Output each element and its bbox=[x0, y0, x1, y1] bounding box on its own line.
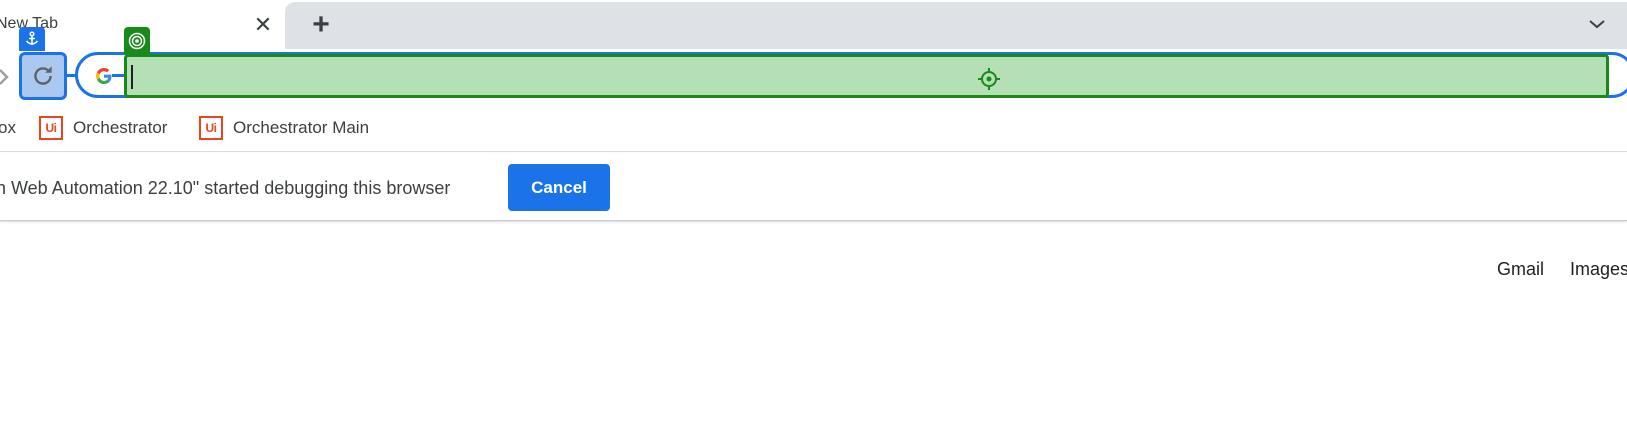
uipath-logo-icon: Ui bbox=[199, 116, 223, 140]
bookmark-item-partial[interactable]: ox bbox=[0, 114, 16, 142]
cancel-button[interactable]: Cancel bbox=[508, 164, 610, 211]
crosshair-icon bbox=[978, 68, 1000, 90]
browser-toolbar bbox=[0, 27, 1627, 105]
bookmarks-bar: ox Ui Orchestrator Ui Orchestrator Main bbox=[0, 105, 1627, 152]
page-header-links: Gmail Images bbox=[0, 257, 1627, 287]
reload-icon bbox=[34, 66, 52, 85]
target-badge bbox=[124, 27, 150, 54]
close-tab-icon[interactable]: ✕ bbox=[250, 12, 276, 38]
highlight-connector bbox=[66, 74, 78, 77]
images-link[interactable]: Images bbox=[1570, 259, 1627, 280]
debugging-infobar: n Web Automation 22.10" started debuggin… bbox=[0, 153, 1627, 221]
bookmark-label: Orchestrator Main bbox=[233, 118, 370, 137]
bookmark-label: Orchestrator bbox=[73, 118, 168, 137]
bookmark-item-orchestrator[interactable]: Ui Orchestrator bbox=[39, 114, 167, 142]
forward-arrow-icon[interactable] bbox=[0, 67, 12, 87]
anchor-badge bbox=[19, 27, 45, 51]
gmail-link[interactable]: Gmail bbox=[1497, 259, 1544, 280]
target-icon bbox=[128, 32, 146, 49]
reload-button[interactable] bbox=[19, 52, 67, 100]
anchor-icon bbox=[25, 31, 39, 45]
uipath-logo-icon: Ui bbox=[39, 116, 63, 140]
chevron-down-icon[interactable] bbox=[1582, 9, 1612, 39]
tab-strip: New Tab ✕ + bbox=[0, 0, 1627, 49]
new-tab-button[interactable]: + bbox=[306, 10, 336, 40]
infobar-message: n Web Automation 22.10" started debuggin… bbox=[0, 178, 451, 198]
omnibox-input-target[interactable] bbox=[124, 54, 1609, 98]
bookmark-label: ox bbox=[0, 118, 16, 137]
bookmark-item-orchestrator-main[interactable]: Ui Orchestrator Main bbox=[199, 114, 369, 142]
text-caret bbox=[131, 65, 133, 89]
google-icon bbox=[96, 68, 112, 84]
tab-strip-background bbox=[285, 2, 1627, 49]
